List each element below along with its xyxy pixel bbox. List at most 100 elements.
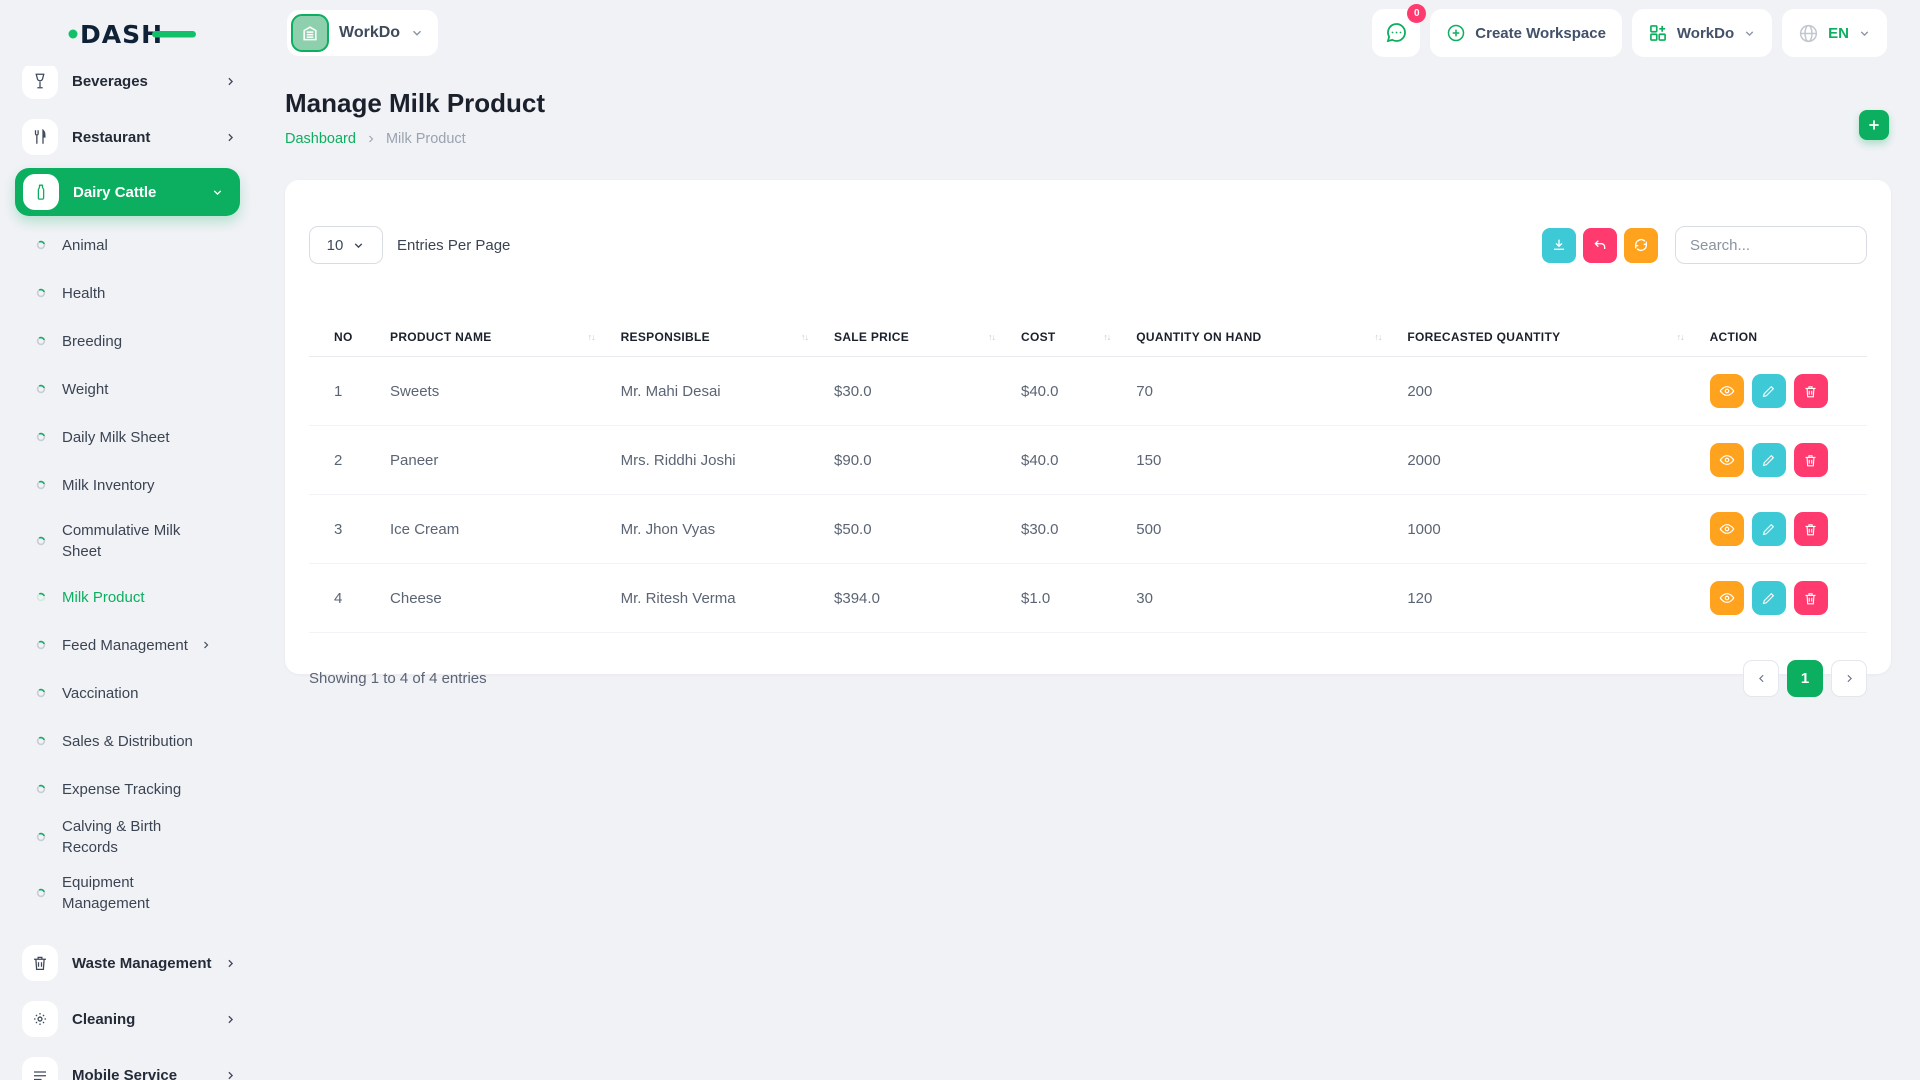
edit-button[interactable] <box>1752 512 1786 546</box>
view-button[interactable] <box>1710 443 1744 477</box>
breadcrumb-current: Milk Product <box>386 131 466 147</box>
pagination: 1 <box>1743 660 1867 697</box>
chevron-down-icon <box>352 239 365 252</box>
col-no: NO <box>309 320 390 357</box>
entries-per-page-select[interactable]: 10 <box>309 226 383 264</box>
col-product-name[interactable]: PRODUCT NAME↑↓ <box>390 320 621 357</box>
sort-icon[interactable]: ↑↓ <box>1374 332 1381 342</box>
edit-button[interactable] <box>1752 581 1786 615</box>
page-title: Manage Milk Product <box>285 88 545 119</box>
sidebar-item-dairy-cattle[interactable]: Dairy Cattle <box>15 168 240 216</box>
pencil-icon <box>1761 522 1776 537</box>
sidebar-subitem-sales-distribution[interactable]: Sales & Distribution <box>0 717 255 765</box>
workdo-menu-label: WorkDo <box>1677 25 1734 42</box>
sidebar-subitem-feed-management[interactable]: Feed Management <box>0 621 255 669</box>
breadcrumb-dashboard-link[interactable]: Dashboard <box>285 131 356 147</box>
sidebar-subitem-weight[interactable]: Weight <box>0 365 255 413</box>
create-workspace-button[interactable]: Create Workspace <box>1430 9 1622 57</box>
trash-icon <box>1803 522 1818 537</box>
trash-icon <box>1803 384 1818 399</box>
messages-count-badge: 0 <box>1407 4 1426 23</box>
download-icon <box>1551 237 1567 253</box>
chevron-right-icon <box>224 131 237 144</box>
bullet-icon <box>36 888 46 898</box>
delete-button[interactable] <box>1794 581 1828 615</box>
add-product-button[interactable] <box>1859 110 1889 140</box>
messages-button[interactable]: 0 <box>1372 9 1420 57</box>
edit-button[interactable] <box>1752 443 1786 477</box>
sidebar-subitem-equipment-management[interactable]: Equipment Management <box>0 861 255 925</box>
delete-button[interactable] <box>1794 443 1828 477</box>
workdo-menu-button[interactable]: WorkDo <box>1632 9 1772 57</box>
workspace-selector[interactable]: WorkDo <box>287 10 438 56</box>
sidebar-item-mobile-service[interactable]: Mobile Service <box>0 1047 255 1080</box>
sidebar-subitem-breeding[interactable]: Breeding <box>0 317 255 365</box>
col-forecasted-quantity[interactable]: FORECASTED QUANTITY↑↓ <box>1407 320 1709 357</box>
breadcrumb: Dashboard Milk Product <box>285 131 466 147</box>
sidebar-item-restaurant[interactable]: Restaurant <box>0 109 255 165</box>
sidebar-subitem-milk-product[interactable]: Milk Product <box>0 573 255 621</box>
refresh-icon <box>1633 237 1649 253</box>
bullet-icon <box>36 536 46 546</box>
sort-icon[interactable]: ↑↓ <box>988 332 995 342</box>
sidebar-subitem-calving-birth-records[interactable]: Calving & Birth Records <box>0 813 255 861</box>
pagination-page-1-button[interactable]: 1 <box>1787 660 1823 697</box>
eye-icon <box>1719 590 1735 606</box>
chevron-right-icon <box>1843 672 1856 685</box>
refresh-button[interactable] <box>1624 228 1658 263</box>
delete-button[interactable] <box>1794 374 1828 408</box>
col-cost[interactable]: COST↑↓ <box>1021 320 1136 357</box>
sidebar-subitem-animal[interactable]: Animal <box>0 221 255 269</box>
trash-icon <box>1803 591 1818 606</box>
sidebar-item-beverages[interactable]: Beverages <box>0 66 255 109</box>
table-row: 3 Ice Cream Mr. Jhon Vyas $50.0 $30.0 50… <box>309 495 1867 564</box>
view-button[interactable] <box>1710 512 1744 546</box>
language-selector[interactable]: EN <box>1782 9 1887 57</box>
delete-button[interactable] <box>1794 512 1828 546</box>
table-row: 1 Sweets Mr. Mahi Desai $30.0 $40.0 70 2… <box>309 357 1867 426</box>
bullet-icon <box>36 432 46 442</box>
table-row: 4 Cheese Mr. Ritesh Verma $394.0 $1.0 30… <box>309 564 1867 633</box>
pagination-prev-button[interactable] <box>1743 660 1779 697</box>
sidebar-subitem-daily-milk-sheet[interactable]: Daily Milk Sheet <box>0 413 255 461</box>
chat-bubble-icon <box>1384 21 1408 45</box>
app-logo: DASH <box>68 15 198 53</box>
entries-per-page-label: Entries Per Page <box>397 237 510 254</box>
pagination-next-button[interactable] <box>1831 660 1867 697</box>
bullet-icon <box>36 592 46 602</box>
language-code: EN <box>1828 25 1849 42</box>
edit-button[interactable] <box>1752 374 1786 408</box>
trash-icon <box>22 945 58 981</box>
col-quantity-on-hand[interactable]: QUANTITY ON HAND↑↓ <box>1136 320 1407 357</box>
chevron-down-icon <box>410 26 424 40</box>
sidebar-subitem-vaccination[interactable]: Vaccination <box>0 669 255 717</box>
showing-entries-text: Showing 1 to 4 of 4 entries <box>309 670 487 687</box>
col-sale-price[interactable]: SALE PRICE↑↓ <box>834 320 1021 357</box>
export-download-button[interactable] <box>1542 228 1576 263</box>
sidebar-subitem-commulative-milk-sheet[interactable]: Commulative Milk Sheet <box>0 509 255 573</box>
chevron-right-icon <box>224 1013 237 1026</box>
sort-icon[interactable]: ↑↓ <box>801 332 808 342</box>
bullet-icon <box>36 784 46 794</box>
bullet-icon <box>36 384 46 394</box>
dash-logo-icon: DASH <box>68 15 198 53</box>
sort-icon[interactable]: ↑↓ <box>1103 332 1110 342</box>
sparkle-icon <box>22 1001 58 1037</box>
sidebar-subitem-expense-tracking[interactable]: Expense Tracking <box>0 765 255 813</box>
sort-icon[interactable]: ↑↓ <box>588 332 595 342</box>
workspace-building-icon <box>291 14 329 52</box>
pencil-icon <box>1761 591 1776 606</box>
view-button[interactable] <box>1710 581 1744 615</box>
search-input[interactable] <box>1675 226 1867 264</box>
chevron-down-icon <box>211 186 224 199</box>
sort-icon[interactable]: ↑↓ <box>1677 332 1684 342</box>
col-responsible[interactable]: RESPONSIBLE↑↓ <box>621 320 834 357</box>
sidebar-item-waste-management[interactable]: Waste Management <box>0 935 255 991</box>
sidebar-subitem-milk-inventory[interactable]: Milk Inventory <box>0 461 255 509</box>
sidebar-subitem-health[interactable]: Health <box>0 269 255 317</box>
sidebar-item-cleaning[interactable]: Cleaning <box>0 991 255 1047</box>
view-button[interactable] <box>1710 374 1744 408</box>
chevron-down-icon <box>1858 27 1871 40</box>
table-header-row: NO PRODUCT NAME↑↓ RESPONSIBLE↑↓ SALE PRI… <box>309 320 1867 357</box>
reset-button[interactable] <box>1583 228 1617 263</box>
